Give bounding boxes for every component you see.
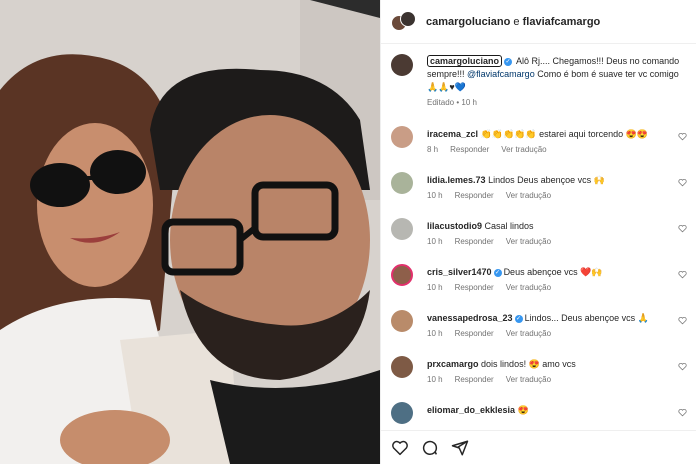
comment-text: dois lindos! 😍 amo vcs	[481, 359, 576, 369]
translate-button[interactable]: Ver tradução	[506, 283, 551, 292]
comment-text: 👏👏👏👏👏 estarei aqui torcendo 😍😍	[480, 129, 649, 139]
comment-text: Lindos Deus abençoe vcs 🙌	[488, 175, 605, 185]
comment-username[interactable]: lilacustodio9	[427, 221, 482, 231]
comment-username[interactable]: prxcamargo	[427, 359, 479, 369]
comment-time: 8 h	[427, 145, 439, 154]
heart-icon[interactable]	[678, 408, 687, 417]
reply-button[interactable]: Responder	[455, 237, 494, 246]
caption-text-2: Como é bom é suave ter vc comigo	[537, 69, 679, 79]
avatar[interactable]	[391, 264, 413, 286]
heart-icon[interactable]	[678, 224, 687, 233]
comment-username[interactable]: eliomar_do_ekklesia	[427, 405, 515, 415]
verified-icon: ✓	[493, 268, 502, 277]
post-header: camargoluciano e flaviafcamargo	[381, 0, 696, 44]
collab-avatars[interactable]	[391, 10, 417, 33]
photo-illustration	[0, 0, 380, 464]
post-actions	[381, 430, 696, 464]
translate-button[interactable]: Ver tradução	[501, 145, 546, 154]
comment-text: Lindos... Deus abençoe vcs 🙏	[524, 313, 649, 323]
avatar[interactable]	[391, 310, 413, 332]
heart-icon[interactable]	[678, 178, 687, 187]
verified-icon: ✓	[504, 57, 513, 66]
caption-mention[interactable]: @flaviafcamargo	[467, 69, 535, 79]
comment-username[interactable]: lidia.lemes.73	[427, 175, 486, 185]
avatar[interactable]	[391, 54, 413, 76]
avatar[interactable]	[391, 356, 413, 378]
avatar[interactable]	[391, 218, 413, 240]
comment-text: Casal lindos	[484, 221, 534, 231]
heart-icon[interactable]	[391, 439, 409, 457]
verified-icon: ✓	[514, 314, 523, 323]
heart-icon[interactable]	[678, 270, 687, 279]
avatar	[400, 10, 416, 27]
comment-feed[interactable]: camargoluciano ✓ Alô Rj.... Chegamos!!! D…	[381, 44, 696, 430]
translate-button[interactable]: Ver tradução	[506, 329, 551, 338]
comment-text: Deus abençoe vcs ❤️🙌	[503, 267, 603, 277]
post-photo	[0, 0, 380, 464]
reply-button[interactable]: Responder	[455, 375, 494, 384]
heart-icon[interactable]	[678, 362, 687, 371]
reply-button[interactable]: Responder	[455, 191, 494, 200]
heart-icon[interactable]	[678, 132, 687, 141]
reply-button[interactable]: Responder	[455, 283, 494, 292]
comment-username[interactable]: iracema_zcl	[427, 129, 478, 139]
author-connector: e	[513, 15, 520, 28]
reply-button[interactable]: Responder	[455, 329, 494, 338]
comment-time: 10 h	[427, 237, 443, 246]
post-authors: camargoluciano e flaviafcamargo	[426, 16, 600, 28]
caption-meta: Editado • 10 h	[427, 98, 477, 107]
heart-icon[interactable]	[678, 316, 687, 325]
translate-button[interactable]: Ver tradução	[506, 375, 551, 384]
reply-button[interactable]: Responder	[450, 145, 489, 154]
caption-username[interactable]: camargoluciano	[427, 55, 503, 67]
comment-icon[interactable]	[421, 439, 439, 457]
comment-time: 10 h	[427, 191, 443, 200]
translate-button[interactable]: Ver tradução	[506, 237, 551, 246]
comments-panel: camargoluciano e flaviafcamargo camargol…	[380, 0, 696, 464]
translate-button[interactable]: Ver tradução	[506, 191, 551, 200]
comment-time: 10 h	[427, 329, 443, 338]
comment-text: 😍	[517, 405, 529, 415]
author-link-2[interactable]: flaviafcamargo	[523, 16, 601, 28]
comment-username[interactable]: cris_silver1470	[427, 267, 492, 277]
author-link-1[interactable]: camargoluciano	[426, 16, 510, 28]
comment-time: 10 h	[427, 283, 443, 292]
avatar[interactable]	[391, 402, 413, 424]
share-icon[interactable]	[451, 439, 469, 457]
caption-emojis: 🙏🙏♥💙	[427, 82, 466, 92]
comment-time: 10 h	[427, 375, 443, 384]
avatar[interactable]	[391, 126, 413, 148]
avatar[interactable]	[391, 172, 413, 194]
comment-username[interactable]: vanessapedrosa_23	[427, 313, 513, 323]
